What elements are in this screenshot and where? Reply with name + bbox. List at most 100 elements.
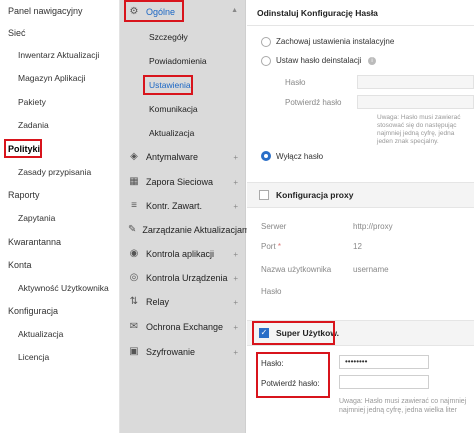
section-firewall[interactable]: ▦ Zapora Sieciowa + (120, 171, 246, 193)
section-firewall-label: Zapora Sieciowa (146, 177, 214, 187)
chevron-up-icon[interactable]: ▲ (231, 7, 238, 14)
section-general[interactable]: ⚙ Ogólne ▲ (120, 1, 246, 23)
keep-settings-label: Zachowaj ustawienia instalacyjne (276, 37, 395, 46)
superuser-section-title: Super Użytkow. (276, 328, 339, 338)
application-icon: ◉ (129, 248, 139, 259)
set-password-radio[interactable] (261, 56, 271, 66)
superuser-help-line-1: Uwaga: Hasło musi zawierać co najmniej (339, 398, 467, 405)
section-exchange-protection[interactable]: ✉ Ochrona Exchange + (120, 316, 246, 338)
expand-icon[interactable]: + (233, 274, 238, 283)
sub-notifications[interactable]: Powiadomienia (149, 56, 207, 66)
section-content-control[interactable]: ≡ Kontr. Zawart. + (120, 195, 246, 217)
superuser-confirm-label: Potwierdź hasło: (261, 379, 320, 388)
expand-icon[interactable]: + (233, 178, 238, 187)
superuser-section-header: ✓ Super Użytkow. (247, 320, 474, 346)
superuser-password-label: Hasło: (261, 359, 284, 368)
proxy-port-label-text: Port (261, 242, 276, 251)
info-icon[interactable]: i (368, 57, 376, 65)
proxy-section-header: Konfiguracja proxy (247, 182, 474, 208)
uninstall-help-line-3: najmniej jedną cyfrę, jedna (377, 130, 455, 137)
section-antimalware-label: Antymalware (146, 152, 199, 162)
nav-queries[interactable]: Zapytania (18, 213, 55, 223)
proxy-username-value[interactable]: username (353, 265, 389, 274)
section-patch-management[interactable]: ✎ Zarządzanie Aktualizacjami (120, 219, 251, 241)
proxy-username-label: Nazwa użytkownika (261, 265, 332, 274)
section-application-control-label: Kontrola aplikacji (146, 249, 215, 259)
settings-content: Odinstaluj Konfigurację Hasła Zachowaj u… (247, 0, 474, 433)
superuser-confirm-input[interactable] (339, 375, 429, 389)
nav-accounts[interactable]: Konta (8, 260, 32, 270)
disable-password-radio[interactable] (261, 151, 271, 161)
uninstall-password-input[interactable] (357, 75, 474, 89)
nav-update[interactable]: Aktualizacja (18, 329, 63, 339)
proxy-server-label: Serwer (261, 222, 287, 231)
nav-packages[interactable]: Pakiety (18, 97, 46, 107)
sub-settings[interactable]: Ustawienia (149, 80, 191, 90)
set-password-label: Ustaw hasło deinstalacji (276, 56, 362, 65)
nav-license[interactable]: Licencja (18, 352, 49, 362)
uninstall-password-label: Hasło (285, 78, 306, 87)
superuser-password-input[interactable]: •••••••• (339, 355, 429, 369)
section-relay-label: Relay (146, 297, 170, 307)
uninstall-help-line-4: jeden znak specjalny. (377, 138, 439, 145)
section-device-control[interactable]: ◎ Kontrola Urządzenia + (120, 267, 246, 289)
sub-details[interactable]: Szczegóły (149, 32, 188, 42)
nav-dashboard[interactable]: Panel nawigacyjny (8, 6, 83, 16)
exchange-icon: ✉ (129, 321, 139, 332)
proxy-port-value[interactable]: 12 (353, 242, 362, 251)
nav-configuration[interactable]: Konfiguracja (8, 306, 58, 316)
expand-icon[interactable]: + (233, 323, 238, 332)
uninstall-section-title: Odinstaluj Konfigurację Hasła (257, 7, 378, 18)
proxy-checkbox[interactable] (259, 190, 269, 200)
uninstall-section-header: Odinstaluj Konfigurację Hasła (247, 0, 474, 26)
uninstall-help-line-1: Uwaga: Hasło musi zawierać (377, 114, 461, 121)
lock-icon: ▣ (129, 346, 139, 357)
proxy-port-label: Port * (261, 242, 281, 251)
nav-user-activity[interactable]: Aktywność Użytkownika (18, 283, 109, 293)
nav-quarantine[interactable]: Kwarantanna (8, 237, 61, 247)
keep-settings-radio[interactable] (261, 37, 271, 47)
section-encryption[interactable]: ▣ Szyfrowanie + (120, 341, 246, 363)
nav-policies[interactable]: Polityki (8, 144, 40, 154)
device-icon: ◎ (129, 272, 139, 283)
section-application-control[interactable]: ◉ Kontrola aplikacji + (120, 243, 246, 265)
firewall-icon: ▦ (129, 176, 139, 187)
required-asterisk: * (277, 242, 282, 251)
expand-icon[interactable]: + (233, 250, 238, 259)
nav-patch-inventory[interactable]: Inwentarz Aktualizacji (18, 50, 99, 60)
expand-icon[interactable]: + (233, 348, 238, 357)
nav-network[interactable]: Sieć (8, 28, 26, 38)
nav-reports[interactable]: Raporty (8, 190, 40, 200)
superuser-help-line-2: najmniej jedną cyfrę, jedna wielka liter (339, 407, 457, 414)
uninstall-confirm-input[interactable] (357, 95, 474, 109)
relay-icon: ⇅ (129, 296, 139, 307)
uninstall-help-line-2: stosować się do następując (377, 122, 457, 129)
shield-icon: ◈ (130, 151, 138, 162)
expand-icon[interactable]: + (233, 298, 238, 307)
proxy-server-value[interactable]: http://proxy (353, 222, 393, 231)
nav-app-store[interactable]: Magazyn Aplikacji (18, 73, 86, 83)
section-relay[interactable]: ⇅ Relay + (120, 291, 246, 313)
main-navigation: Panel nawigacyjny Sieć Inwentarz Aktuali… (0, 0, 120, 433)
nav-assignment-rules[interactable]: Zasady przypisania (18, 167, 91, 177)
disable-password-label: Wyłącz hasło (276, 152, 324, 161)
sub-communication[interactable]: Komunikacja (149, 104, 198, 114)
section-encryption-label: Szyfrowanie (146, 347, 196, 357)
expand-icon[interactable]: + (233, 202, 238, 211)
wrench-icon: ✎ (128, 224, 137, 235)
proxy-password-label: Hasło (261, 287, 282, 296)
section-patch-management-label: Zarządzanie Aktualizacjami (142, 225, 252, 235)
section-device-control-label: Kontrola Urządzenia (146, 273, 228, 283)
section-content-control-label: Kontr. Zawart. (146, 201, 203, 211)
policy-sections-nav: ⚙ Ogólne ▲ Szczegóły Powiadomienia Ustaw… (120, 0, 251, 433)
expand-icon[interactable]: + (233, 153, 238, 162)
database-icon: ≡ (131, 200, 137, 211)
sub-update[interactable]: Aktualizacja (149, 128, 194, 138)
section-general-label: Ogólne (146, 7, 176, 17)
uninstall-confirm-label: Potwierdź hasło (285, 98, 342, 107)
proxy-section-title: Konfiguracja proxy (276, 190, 354, 200)
nav-tasks[interactable]: Zadania (18, 120, 49, 130)
section-antimalware[interactable]: ◈ Antymalware + (120, 146, 246, 168)
superuser-checkbox[interactable]: ✓ (259, 328, 269, 338)
section-exchange-protection-label: Ochrona Exchange (146, 322, 224, 332)
